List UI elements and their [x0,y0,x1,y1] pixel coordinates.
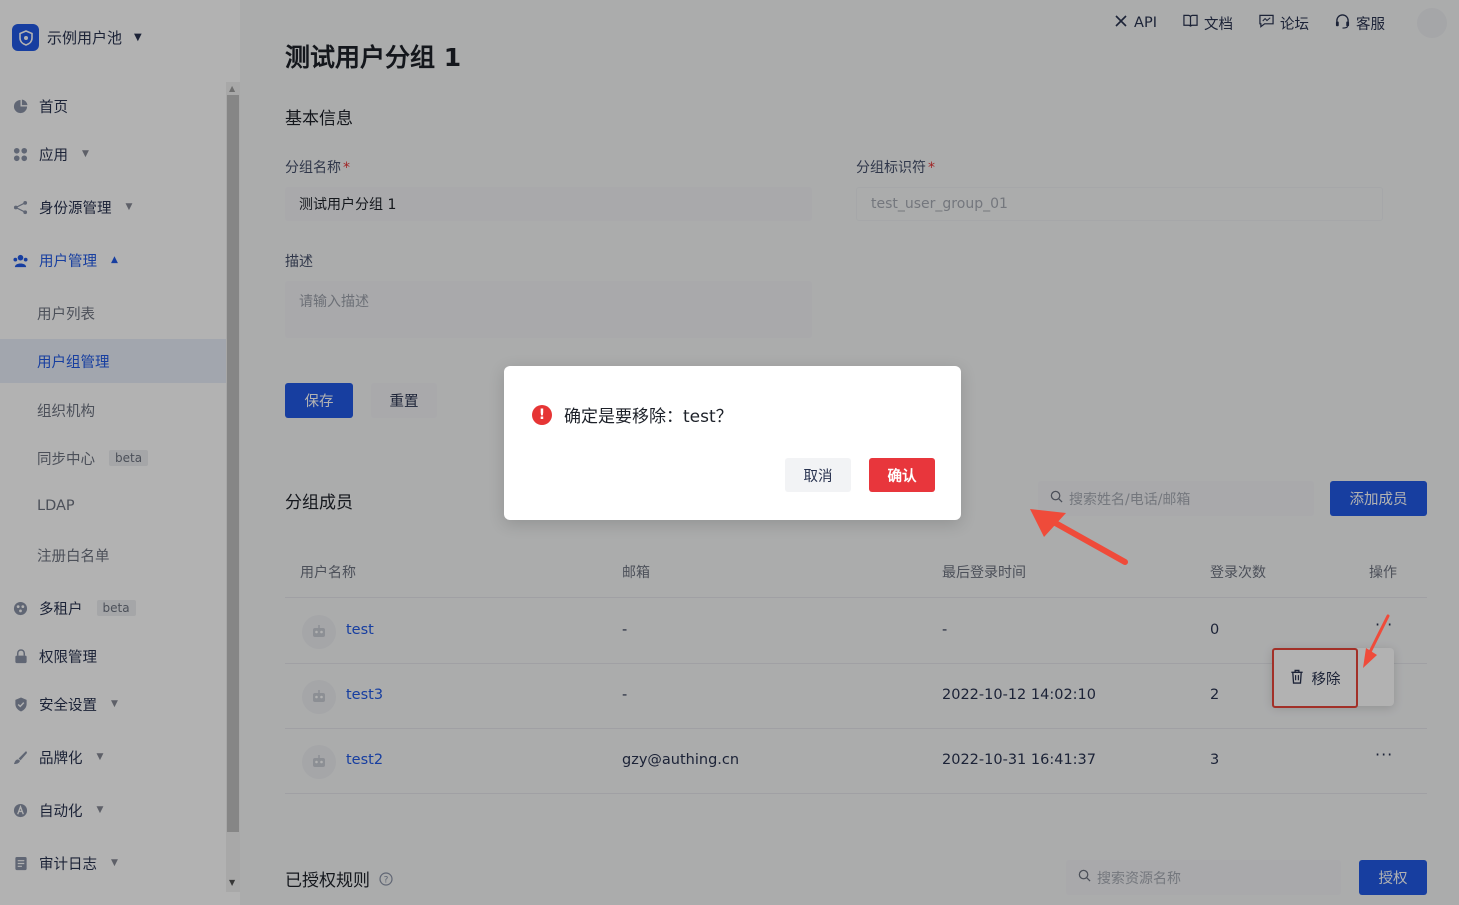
confirm-button[interactable]: 确认 [869,458,935,492]
confirm-dialog: ! 确定是要移除：test？ 取消 确认 [504,366,961,520]
cancel-button[interactable]: 取消 [785,458,851,492]
warning-icon: ! [532,404,552,425]
annotation-arrow-icon [1030,509,1128,565]
confirm-message: ! 确定是要移除：test？ [532,402,733,427]
confirm-message-text: 确定是要移除：test？ [564,407,733,427]
annotation-arrow-small-icon [1363,614,1390,668]
